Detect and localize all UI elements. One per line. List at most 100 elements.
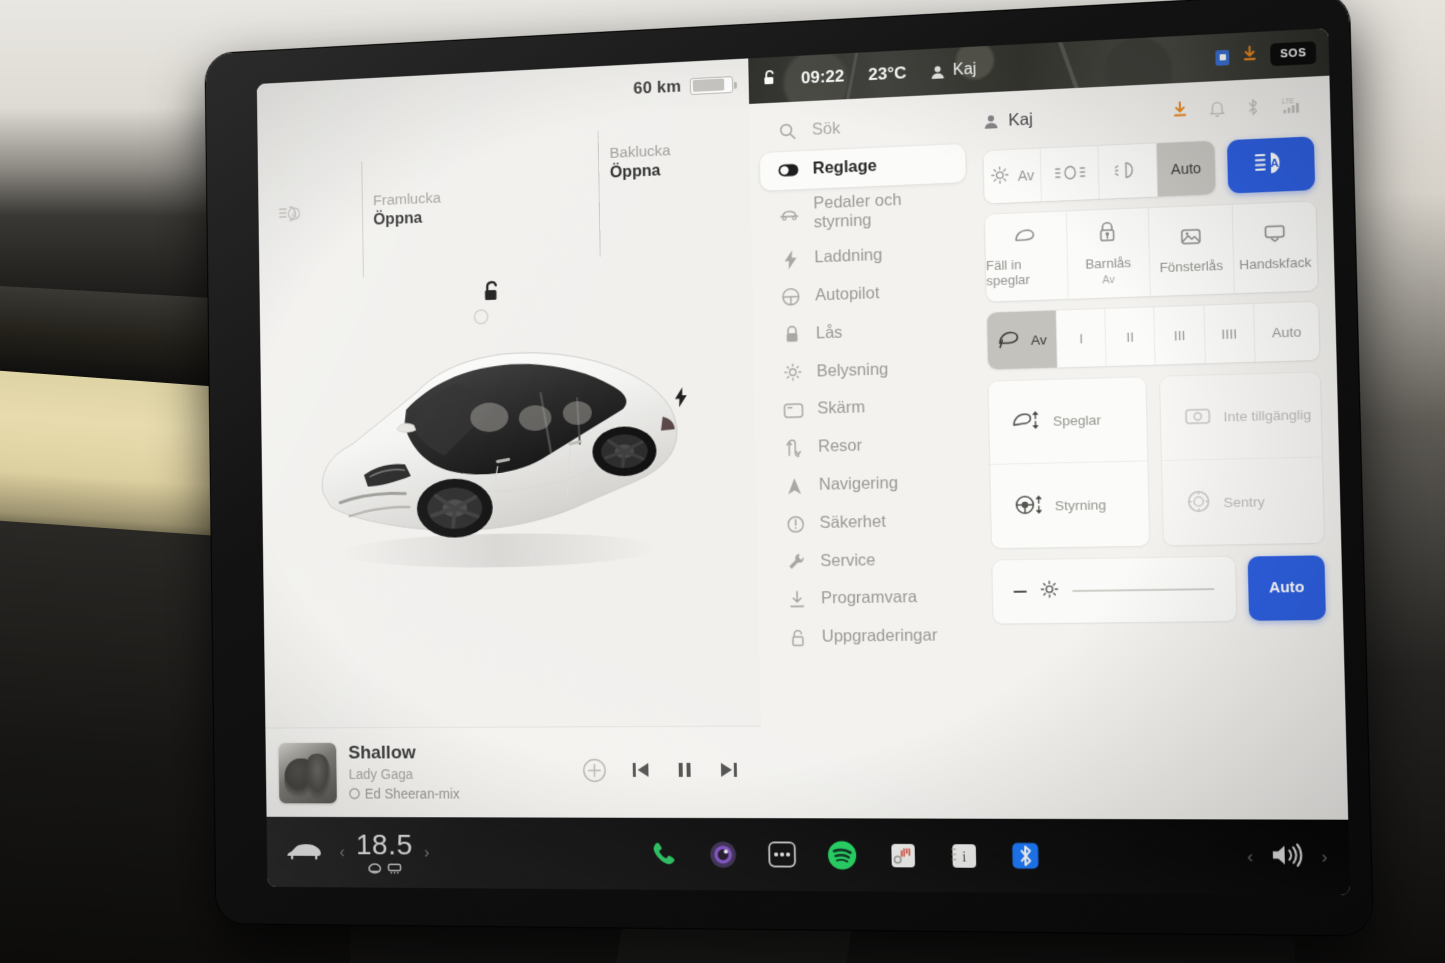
media-playlist: Ed Sheeran-mix (349, 784, 460, 803)
sidebar-item-sakerhet[interactable]: Säkerhet (767, 502, 974, 544)
parking-lights-option[interactable] (1041, 146, 1100, 201)
bell-muted-icon[interactable] (1209, 99, 1225, 122)
sidebar-item-pedaler-och-styrning[interactable]: Pedaler och styrning (761, 182, 967, 242)
adjust-right-column: Inte tillgänglig Sentry (1160, 372, 1325, 545)
search-icon (777, 123, 798, 141)
bluetooth-icon[interactable] (1246, 97, 1260, 121)
wrench-icon (785, 553, 806, 571)
spotify-icon[interactable] (827, 840, 858, 871)
sidebar-item-skarm[interactable]: Skärm (764, 387, 971, 430)
sidebar-item-programvara[interactable]: Programvara (768, 578, 975, 619)
display-icon (782, 403, 803, 419)
software-download-icon[interactable] (1242, 45, 1258, 67)
window-lock-label: Fönsterlås (1159, 258, 1223, 276)
pause-icon[interactable] (675, 759, 695, 786)
sidebar-item-uppgraderingar[interactable]: Uppgraderingar (769, 617, 976, 657)
brightness-auto-button[interactable]: Auto (1248, 555, 1326, 620)
sidebar-item-belysning[interactable]: Belysning (764, 348, 970, 392)
wiper-off-option[interactable]: Av (987, 310, 1058, 369)
mirrors-adjust-row[interactable]: Speglar (988, 377, 1146, 465)
sentry-mode-row[interactable]: Sentry (1161, 457, 1324, 545)
window-lock-tile[interactable]: Fönsterlås (1149, 205, 1235, 296)
profile-name: Kaj (1008, 110, 1033, 130)
headlight-off-option[interactable]: Av (984, 149, 1042, 204)
wiper-auto-option[interactable]: Auto (1254, 302, 1319, 362)
wiper-speed-3-label: III (1173, 327, 1185, 343)
driver-profile-name: Kaj (953, 61, 977, 80)
settings-sidebar: Sök Reglage Pedaler och styrning Laddnin… (749, 93, 989, 819)
adjust-left-column: Speglar Styrning (988, 377, 1148, 548)
sidebar-item-label: Autopilot (815, 284, 880, 306)
climate-mode-icons (356, 863, 413, 874)
temperature-group: 18.5 (356, 831, 413, 874)
controls-panel-column: 09:22 23°C Kaj SOS Sök Reglage Pedaler o… (748, 28, 1348, 820)
driver-profile[interactable]: Kaj (930, 61, 976, 81)
wiper-speed-4-option[interactable]: IIII (1204, 304, 1255, 363)
brightness-track[interactable] (1072, 588, 1214, 592)
volume-icon[interactable] (1270, 841, 1305, 874)
temperature-stepper[interactable]: ‹ 18.5 › (339, 831, 430, 875)
seat-heater-icon[interactable] (368, 863, 382, 874)
media-controls (582, 757, 740, 787)
headlight-auto-option[interactable]: Auto (1157, 141, 1216, 197)
steering-adjust-row[interactable]: Styrning (990, 461, 1149, 548)
navigation-arrow-icon (784, 477, 805, 495)
sidebar-item-label: Laddning (814, 246, 882, 268)
sidebar-item-las[interactable]: Lås (763, 310, 969, 355)
defrost-icon[interactable] (387, 863, 401, 874)
temperature-decrease-icon[interactable]: ‹ (339, 842, 345, 862)
steering-adjust-icon (1013, 492, 1042, 520)
glovebox-tile[interactable]: Handskfack (1232, 201, 1318, 293)
tuner-icon[interactable] (887, 840, 918, 871)
lte-signal-icon: LTE (1281, 95, 1307, 120)
fold-mirrors-tile[interactable]: Fäll in speglar (985, 211, 1068, 301)
svg-text:LTE: LTE (1282, 97, 1294, 105)
wiper-speed-3-option[interactable]: III (1155, 306, 1206, 365)
info-icon[interactable]: i (948, 840, 979, 871)
wiper-speed-segment: Av I II III IIII Auto (987, 302, 1319, 370)
next-track-icon[interactable] (718, 759, 740, 786)
wiper-speed-2-option[interactable]: II (1106, 307, 1156, 366)
media-text: Shallow Lady Gaga Ed Sheeran-mix (348, 742, 459, 803)
more-apps-icon[interactable] (767, 839, 797, 869)
low-beam-option[interactable] (1098, 143, 1157, 199)
car-status-icon[interactable] (285, 838, 323, 866)
car-image-model-3[interactable] (293, 290, 707, 584)
trips-icon (783, 439, 804, 458)
album-artwork[interactable] (279, 742, 337, 802)
media-artist: Lady Gaga (348, 764, 459, 784)
sidebar-item-label: Pedaler och styrning (813, 188, 952, 233)
temperature-increase-icon[interactable]: › (424, 843, 430, 863)
high-beam-icon: A (1253, 148, 1290, 181)
brightness-slider[interactable] (992, 557, 1236, 624)
sidebar-item-service[interactable]: Service (767, 540, 974, 581)
profile-name-group[interactable]: Kaj (983, 110, 1033, 132)
sentry-icon (1185, 488, 1211, 516)
add-to-library-icon[interactable] (582, 758, 607, 788)
adjust-grid: Speglar Styrning Inte tillgänglig Sentry (988, 372, 1324, 548)
touchscreen-display[interactable]: 60 km A Framlucka Öppna Baklucka Öppna S… (257, 28, 1350, 895)
sidebar-item-resor[interactable]: Resor (765, 425, 972, 468)
search-placeholder: Sök (812, 120, 841, 141)
high-beam-button[interactable]: A (1227, 136, 1315, 193)
phone-icon[interactable] (649, 839, 679, 869)
sidebar-item-navigering[interactable]: Navigering (766, 463, 973, 505)
info-circle-icon (785, 515, 806, 533)
sidebar-item-autopilot[interactable]: Autopilot (762, 272, 968, 317)
brightness-minus-icon[interactable] (1013, 590, 1026, 593)
download-icon[interactable] (1171, 101, 1188, 124)
wiper-icon (997, 328, 1023, 352)
wiper-speed-1-option[interactable]: I (1057, 309, 1107, 368)
dashcam-icon[interactable] (708, 839, 738, 869)
child-lock-tile[interactable]: Barnlås Av (1066, 208, 1150, 299)
child-lock-state: Av (1102, 274, 1115, 287)
bluetooth-icon[interactable] (1010, 840, 1042, 871)
touchscreen-assembly: 60 km A Framlucka Öppna Baklucka Öppna S… (205, 0, 1372, 936)
window-lock-icon (1179, 227, 1202, 252)
steering-adjust-label: Styrning (1055, 497, 1107, 513)
sos-button[interactable]: SOS (1270, 41, 1316, 66)
previous-track-icon[interactable] (630, 759, 652, 786)
volume-down-icon[interactable]: ‹ (1247, 847, 1254, 868)
media-player-bar[interactable]: Shallow Lady Gaga Ed Sheeran-mix (265, 726, 762, 819)
volume-up-icon[interactable]: › (1321, 847, 1328, 868)
